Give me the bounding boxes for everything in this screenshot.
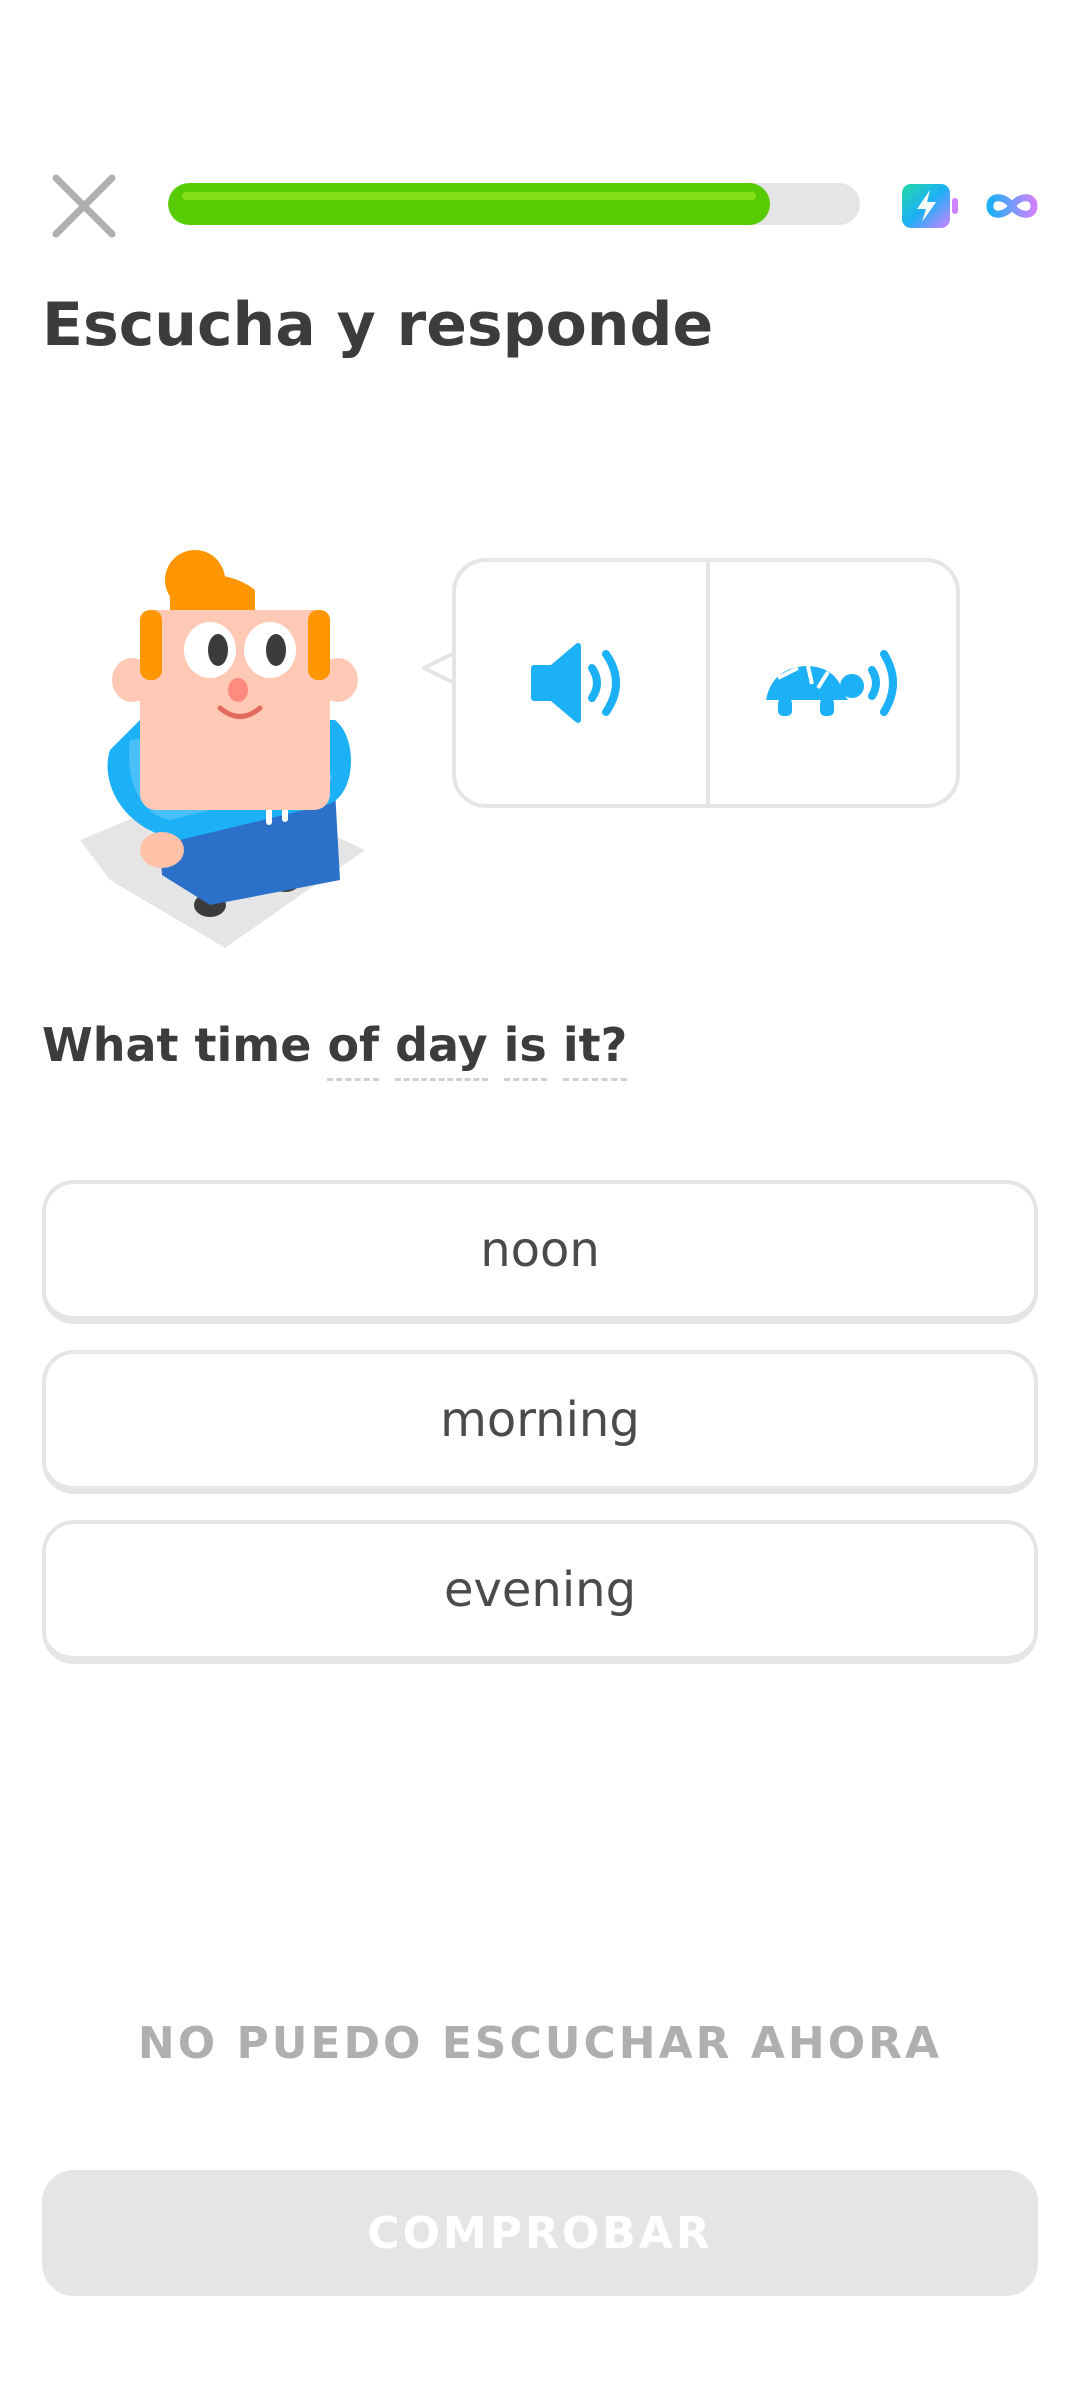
lesson-progress-bar — [168, 183, 860, 225]
challenge-title: Escucha y responde — [42, 290, 714, 360]
boost-icon[interactable] — [900, 182, 962, 230]
audio-bubble — [452, 558, 960, 808]
close-button[interactable] — [48, 170, 120, 242]
lesson-progress-fill — [168, 183, 771, 225]
question-word: time — [194, 1018, 312, 1072]
hint-word[interactable]: is — [503, 1018, 547, 1081]
cant-listen-button[interactable]: NO PUEDO ESCUCHAR AHORA — [0, 2018, 1080, 2069]
answer-option[interactable]: morning — [42, 1350, 1038, 1494]
question-word: What — [42, 1018, 179, 1072]
turtle-speaker-icon — [766, 650, 897, 716]
question-text: What time of day is it? — [42, 1018, 628, 1081]
play-audio-button[interactable] — [456, 562, 706, 804]
hint-word[interactable]: of — [327, 1018, 380, 1081]
infinity-icon[interactable] — [982, 188, 1042, 224]
play-slow-audio-button[interactable] — [710, 562, 956, 804]
check-button[interactable]: COMPROBAR — [42, 2170, 1038, 2296]
close-icon — [52, 174, 116, 238]
answer-option[interactable]: noon — [42, 1180, 1038, 1324]
hint-word[interactable]: it? — [562, 1018, 628, 1081]
hint-word[interactable]: day — [395, 1018, 488, 1081]
answer-option[interactable]: evening — [42, 1520, 1038, 1664]
character-illustration — [70, 550, 380, 960]
speaker-icon — [531, 643, 620, 723]
